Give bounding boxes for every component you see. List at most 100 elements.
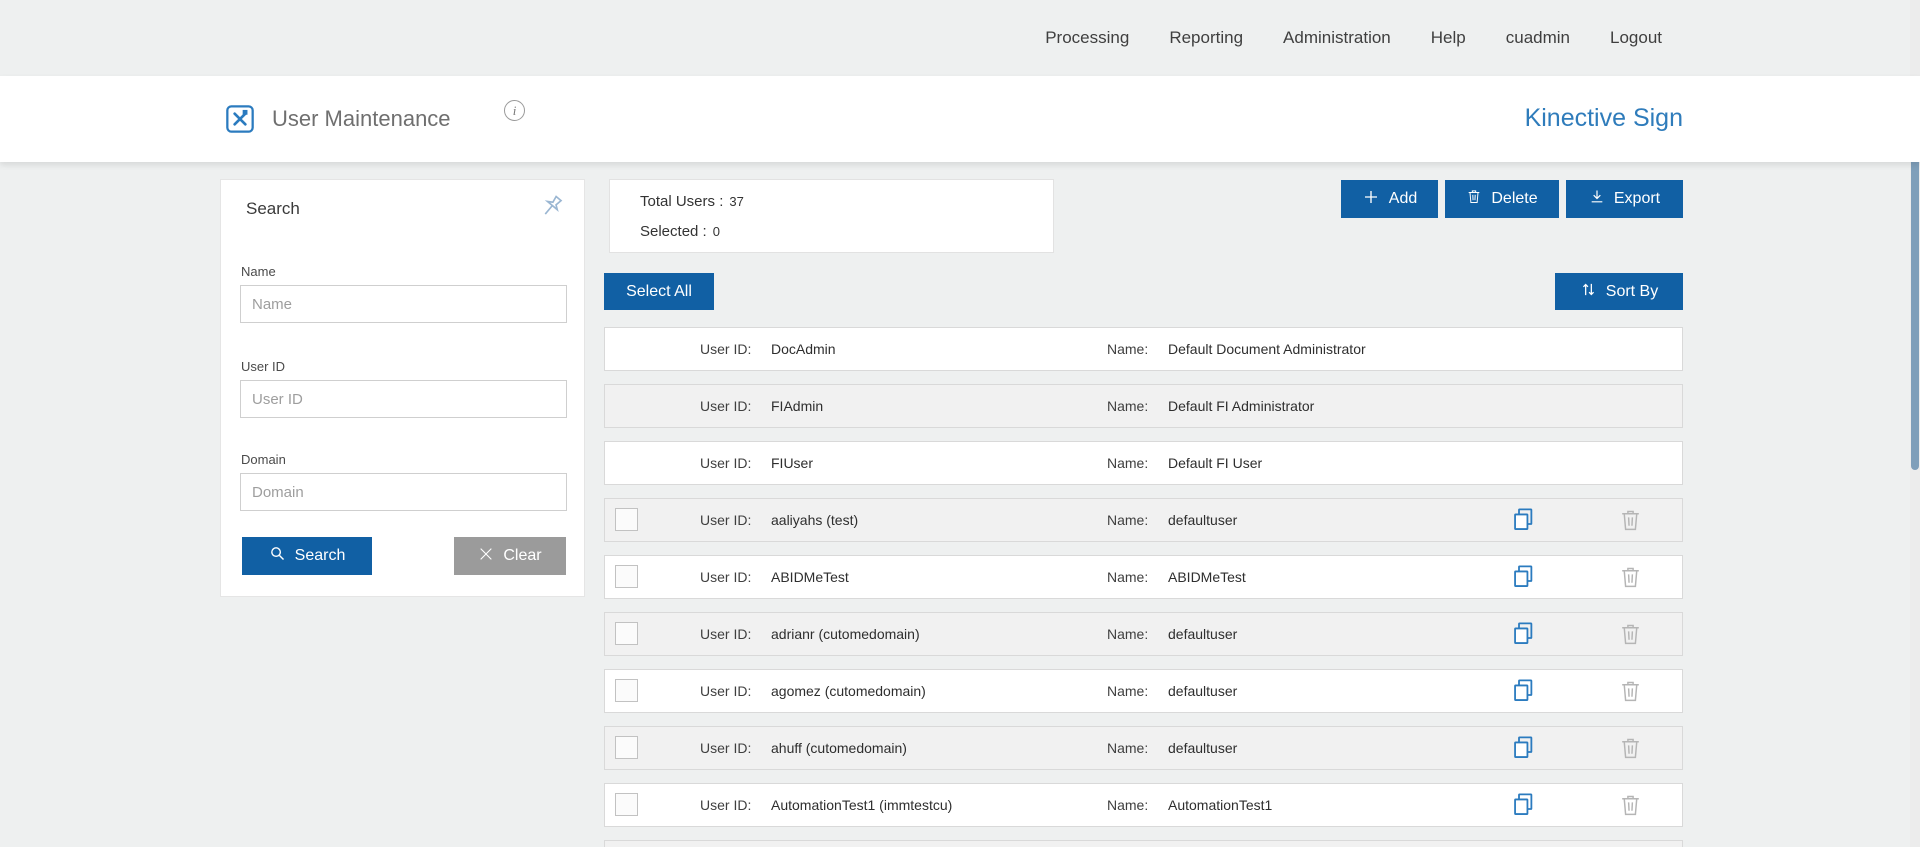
- user-id-label: User ID:: [700, 385, 751, 427]
- pin-icon[interactable]: [538, 192, 566, 220]
- user-row: User ID: adrianr (cutomedomain) Name: de…: [604, 612, 1683, 656]
- search-icon: [269, 545, 286, 567]
- delete-user-button[interactable]: [1615, 563, 1645, 593]
- copy-user-button[interactable]: [1508, 563, 1538, 593]
- nav-help[interactable]: Help: [1431, 28, 1466, 48]
- app-logo-icon: [224, 103, 256, 135]
- row-checkbox[interactable]: [615, 793, 638, 816]
- nav-logout[interactable]: Logout: [1610, 28, 1662, 48]
- copy-icon: [1510, 563, 1537, 593]
- nav-user-cuadmin[interactable]: cuadmin: [1506, 28, 1570, 48]
- search-button[interactable]: Search: [242, 537, 372, 575]
- user-row: User ID: aaliyahs (test) Name: defaultus…: [604, 498, 1683, 542]
- name-label: Name:: [1107, 499, 1148, 541]
- delete-user-button[interactable]: [1615, 506, 1645, 536]
- row-trash-icon: [1618, 621, 1643, 650]
- delete-user-button[interactable]: [1615, 677, 1645, 707]
- user-row-partial: [604, 840, 1683, 847]
- copy-user-button[interactable]: [1508, 677, 1538, 707]
- user-id-value: ahuff (cutomedomain): [771, 727, 907, 769]
- user-id-value: DocAdmin: [771, 328, 836, 370]
- name-value: Default FI User: [1168, 442, 1262, 484]
- page: { "topnav": { "items": ["Processing", "R…: [0, 0, 1920, 847]
- search-panel-title: Search: [246, 199, 300, 219]
- user-id-label: User ID:: [700, 670, 751, 712]
- nav-reporting[interactable]: Reporting: [1169, 28, 1243, 48]
- total-users-label: Total Users :: [640, 193, 723, 210]
- delete-user-button[interactable]: [1615, 791, 1645, 821]
- row-checkbox[interactable]: [615, 565, 638, 588]
- row-trash-icon: [1618, 735, 1643, 764]
- clear-button[interactable]: Clear: [454, 537, 566, 575]
- plus-icon: [1362, 188, 1380, 211]
- name-field-label: Name: [241, 264, 276, 279]
- name-label: Name:: [1107, 727, 1148, 769]
- user-id-value: aaliyahs (test): [771, 499, 858, 541]
- user-row: User ID: FIAdmin Name: Default FI Admini…: [604, 384, 1683, 428]
- clear-x-icon: [478, 546, 494, 567]
- sort-by-button[interactable]: Sort By: [1555, 273, 1683, 310]
- name-value: defaultuser: [1168, 670, 1237, 712]
- name-label: Name:: [1107, 442, 1148, 484]
- copy-user-button[interactable]: [1508, 791, 1538, 821]
- copy-user-button[interactable]: [1508, 734, 1538, 764]
- sort-arrows-icon: [1580, 281, 1597, 303]
- row-trash-icon: [1618, 507, 1643, 536]
- delete-user-button[interactable]: [1615, 620, 1645, 650]
- user-id-label: User ID:: [700, 613, 751, 655]
- copy-user-button[interactable]: [1508, 620, 1538, 650]
- user-row: User ID: FIUser Name: Default FI User: [604, 441, 1683, 485]
- nav-administration[interactable]: Administration: [1283, 28, 1391, 48]
- row-checkbox[interactable]: [615, 736, 638, 759]
- copy-icon: [1510, 791, 1537, 821]
- row-checkbox[interactable]: [615, 622, 638, 645]
- copy-icon: [1510, 620, 1537, 650]
- name-value: defaultuser: [1168, 727, 1237, 769]
- summary-card: Total Users :37 Selected :0: [609, 179, 1054, 253]
- row-trash-icon: [1618, 792, 1643, 821]
- name-value: Default Document Administrator: [1168, 328, 1366, 370]
- name-label: Name:: [1107, 385, 1148, 427]
- user-id-label: User ID:: [700, 556, 751, 598]
- brand-text: Kinective Sign: [1525, 104, 1683, 133]
- user-row: User ID: DocAdmin Name: Default Document…: [604, 327, 1683, 371]
- name-label: Name:: [1107, 556, 1148, 598]
- name-label: Name:: [1107, 670, 1148, 712]
- copy-icon: [1510, 506, 1537, 536]
- domain-field-label: Domain: [241, 452, 286, 467]
- name-value: defaultuser: [1168, 613, 1237, 655]
- search-panel: Search Name User ID Domain Search Clear: [220, 179, 585, 597]
- user-id-value: agomez (cutomedomain): [771, 670, 926, 712]
- copy-user-button[interactable]: [1508, 506, 1538, 536]
- user-id-value: AutomationTest1 (immtestcu): [771, 784, 952, 826]
- add-button[interactable]: Add: [1341, 180, 1438, 218]
- user-id-input[interactable]: [240, 380, 567, 418]
- user-list: User ID: DocAdmin Name: Default Document…: [604, 327, 1683, 847]
- delete-user-button[interactable]: [1615, 734, 1645, 764]
- name-input[interactable]: [240, 285, 567, 323]
- row-trash-icon: [1618, 678, 1643, 707]
- export-button[interactable]: Export: [1566, 180, 1683, 218]
- user-id-label: User ID:: [700, 784, 751, 826]
- row-trash-icon: [1618, 564, 1643, 593]
- selected-label: Selected :: [640, 223, 707, 240]
- nav-processing[interactable]: Processing: [1045, 28, 1129, 48]
- name-label: Name:: [1107, 784, 1148, 826]
- name-label: Name:: [1107, 328, 1148, 370]
- delete-button[interactable]: Delete: [1445, 180, 1559, 218]
- user-id-value: adrianr (cutomedomain): [771, 613, 920, 655]
- row-checkbox[interactable]: [615, 508, 638, 531]
- trash-icon: [1466, 188, 1482, 210]
- user-id-label: User ID:: [700, 442, 751, 484]
- domain-input[interactable]: [240, 473, 567, 511]
- total-users-value: 37: [729, 194, 743, 209]
- row-checkbox[interactable]: [615, 679, 638, 702]
- copy-icon: [1510, 734, 1537, 764]
- user-id-label: User ID:: [700, 727, 751, 769]
- user-id-label: User ID:: [700, 499, 751, 541]
- name-value: defaultuser: [1168, 499, 1237, 541]
- select-all-button[interactable]: Select All: [604, 273, 714, 310]
- user-id-value: ABIDMeTest: [771, 556, 849, 598]
- info-icon[interactable]: i: [504, 100, 525, 121]
- user-id-label: User ID:: [700, 328, 751, 370]
